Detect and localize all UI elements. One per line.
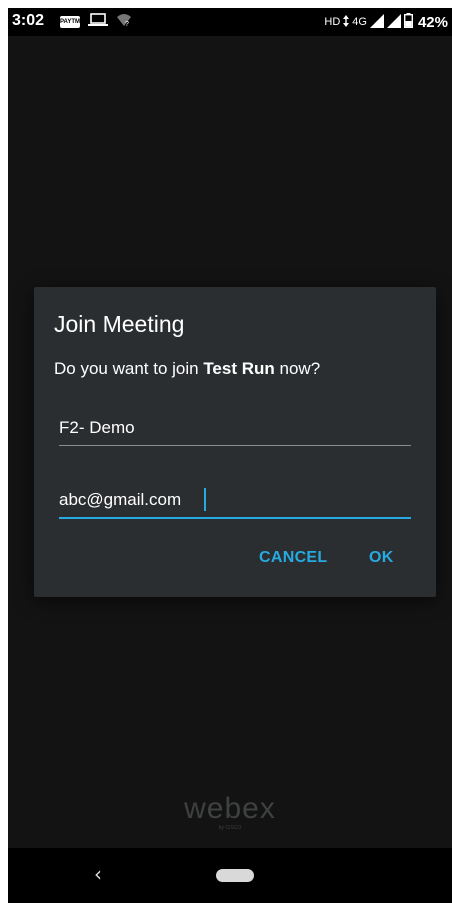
dialog-title: Join Meeting (54, 311, 185, 337)
cancel-button[interactable]: CANCEL (259, 549, 327, 567)
system-status-icons: HD 4G 42% (324, 13, 448, 31)
battery-icon (403, 13, 413, 31)
back-icon[interactable]: ‹ (88, 862, 108, 886)
message-prefix: Do you want to join (54, 359, 204, 378)
status-time: 3:02 (12, 12, 45, 29)
network-type-label: 4G (352, 16, 367, 28)
paytm-icon: PAYTM (60, 16, 80, 28)
signal-icon-2 (386, 13, 401, 31)
meeting-name: Test Run (203, 359, 275, 378)
laptop-icon (88, 12, 108, 32)
notification-icons: PAYTM ? (60, 12, 132, 32)
email-field[interactable] (59, 483, 411, 519)
join-meeting-dialog: Join Meeting Do you want to join Test Ru… (34, 287, 436, 597)
text-cursor (204, 488, 206, 511)
webex-logo-text: webex (184, 792, 276, 825)
webex-logo: webex by CISCO (8, 794, 452, 832)
data-arrows-icon (343, 14, 350, 30)
display-name-field[interactable] (59, 411, 411, 446)
webex-logo-subtext: by CISCO (218, 825, 242, 831)
hd-label: HD (324, 16, 341, 28)
wifi-question-icon: ? (116, 13, 132, 32)
dialog-message: Do you want to join Test Run now? (54, 359, 320, 379)
battery-percent: 42% (417, 13, 448, 31)
signal-icon-1 (369, 13, 384, 31)
screen: 3:02 PAYTM ? HD 4G 42% Join Meeting Do y… (8, 8, 452, 903)
ok-button[interactable]: OK (369, 549, 394, 567)
home-pill-icon[interactable] (216, 869, 254, 882)
svg-text:?: ? (125, 21, 129, 27)
message-suffix: now? (274, 359, 321, 378)
status-bar: 3:02 PAYTM ? HD 4G 42% (8, 8, 452, 36)
navigation-bar: ‹ (8, 848, 452, 903)
